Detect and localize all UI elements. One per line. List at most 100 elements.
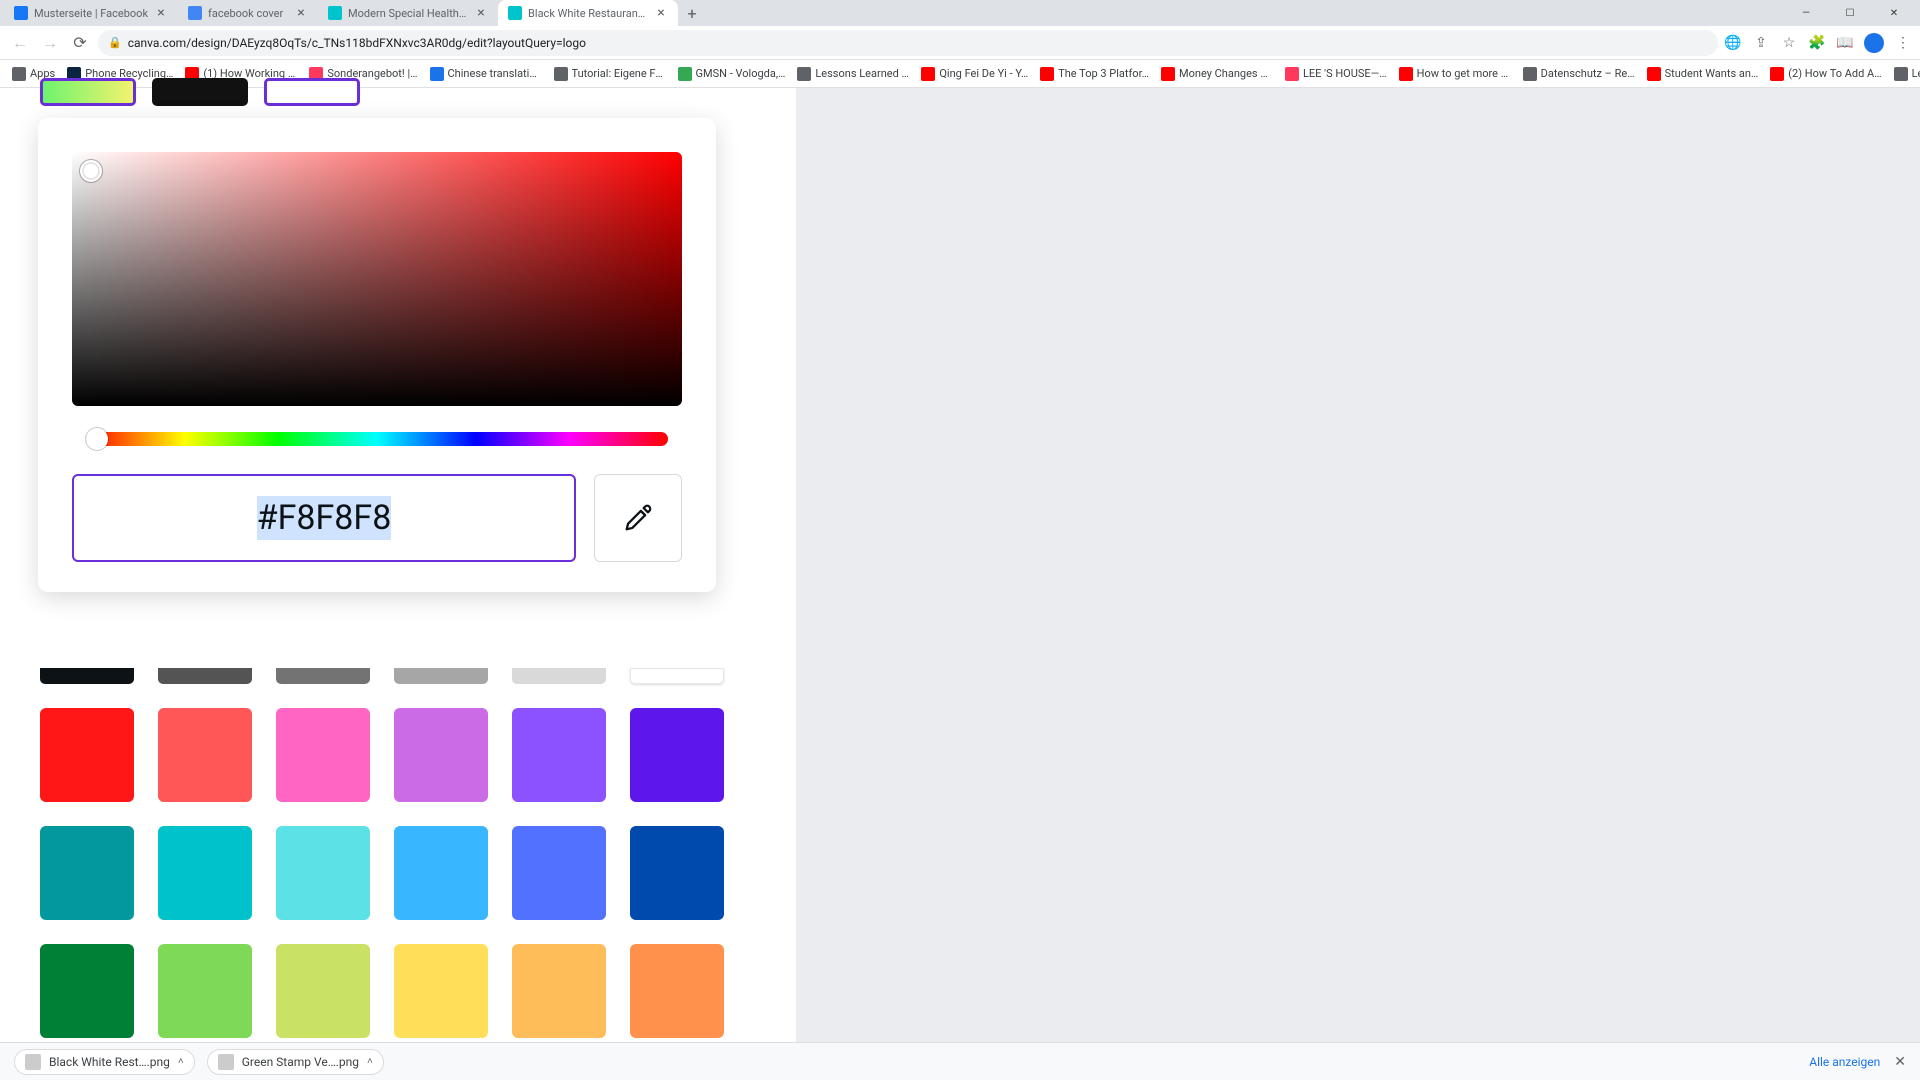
forward-button[interactable]: → — [38, 31, 62, 55]
color-swatch[interactable] — [512, 944, 606, 1038]
bookmark-item[interactable]: Money Changes E… — [1157, 65, 1277, 83]
bookmark-item[interactable]: Datenschutz – Re… — [1519, 65, 1639, 83]
file-thumb-icon — [218, 1054, 234, 1070]
bookmark-star-icon[interactable]: ☆ — [1780, 34, 1798, 52]
bookmark-item[interactable]: LEE 'S HOUSE—… — [1281, 65, 1391, 83]
bookmark-favicon — [1770, 67, 1784, 81]
sv-thumb[interactable] — [80, 160, 102, 182]
bookmark-favicon — [1285, 67, 1299, 81]
browser-tab-active[interactable]: Black White Restaurant Typo… × — [498, 0, 678, 26]
tab-favicon — [508, 6, 522, 20]
reading-list-icon[interactable]: 📖 — [1836, 34, 1854, 52]
bookmark-favicon — [1161, 67, 1175, 81]
browser-tab[interactable]: Modern Special Healthy Food × — [318, 0, 498, 26]
reload-button[interactable]: ⟳ — [68, 31, 92, 55]
bookmark-item[interactable]: Qing Fei De Yi - Y… — [917, 65, 1032, 83]
new-tab-button[interactable]: + — [678, 0, 706, 26]
recent-color-chip[interactable] — [40, 78, 136, 106]
bookmark-item[interactable]: How to get more v… — [1395, 65, 1515, 83]
tab-favicon — [328, 6, 342, 20]
download-filename: Green Stamp Ve….png — [242, 1055, 359, 1069]
share-icon[interactable]: ⇪ — [1752, 34, 1770, 52]
color-row — [40, 944, 724, 1038]
tab-favicon — [188, 6, 202, 20]
color-swatch[interactable] — [276, 944, 370, 1038]
profile-avatar[interactable] — [1864, 33, 1884, 53]
close-shelf-icon[interactable]: ✕ — [1894, 1054, 1906, 1070]
bookmark-favicon — [1399, 67, 1413, 81]
bookmark-favicon — [1647, 67, 1661, 81]
color-swatch[interactable] — [394, 944, 488, 1038]
color-swatch[interactable] — [158, 708, 252, 802]
bookmark-favicon — [921, 67, 935, 81]
bookmark-favicon — [797, 67, 811, 81]
color-swatch[interactable] — [630, 708, 724, 802]
list-icon — [1894, 67, 1908, 81]
url-text: canva.com/design/DAEyzq8OqTs/c_TNs118bdF… — [128, 36, 1708, 50]
minimize-button[interactable]: — — [1784, 0, 1828, 26]
color-swatch[interactable] — [630, 826, 724, 920]
back-button[interactable]: ← — [8, 31, 32, 55]
color-swatch[interactable] — [158, 668, 252, 684]
close-icon[interactable]: × — [474, 6, 488, 20]
bookmark-item[interactable]: The Top 3 Platfor… — [1036, 65, 1153, 83]
browser-tab[interactable]: Musterseite | Facebook × — [4, 0, 178, 26]
reading-list-button[interactable]: Leseliste — [1890, 65, 1920, 83]
recent-color-chip[interactable] — [152, 78, 248, 106]
color-swatch[interactable] — [394, 708, 488, 802]
browser-tab[interactable]: facebook cover × — [178, 0, 318, 26]
tab-title: Musterseite | Facebook — [34, 7, 148, 20]
download-item[interactable]: Green Stamp Ve….png ˄ — [207, 1049, 384, 1075]
color-swatch[interactable] — [512, 708, 606, 802]
bookmark-item[interactable]: (2) How To Add A… — [1766, 65, 1885, 83]
gray-row — [40, 668, 724, 684]
color-swatch[interactable] — [40, 708, 134, 802]
extensions-icon[interactable]: 🧩 — [1808, 34, 1826, 52]
color-swatch[interactable] — [40, 944, 134, 1038]
hex-input-wrapper[interactable]: #F8F8F8 — [72, 474, 576, 562]
url-input[interactable]: 🔒 canva.com/design/DAEyzq8OqTs/c_TNs118b… — [98, 30, 1718, 56]
close-window-button[interactable]: ✕ — [1872, 0, 1916, 26]
color-swatch[interactable] — [394, 668, 488, 684]
saturation-value-panel[interactable] — [72, 152, 682, 406]
close-icon[interactable]: × — [654, 6, 668, 20]
chevron-up-icon[interactable]: ˄ — [178, 1056, 184, 1067]
color-picker-popup: #F8F8F8 — [38, 118, 716, 592]
hue-slider[interactable] — [86, 432, 668, 446]
browser-tab-strip: Musterseite | Facebook × facebook cover … — [0, 0, 1920, 26]
color-swatch[interactable] — [512, 668, 606, 684]
eyedropper-button[interactable] — [594, 474, 682, 562]
maximize-button[interactable]: ☐ — [1828, 0, 1872, 26]
color-swatch[interactable] — [40, 668, 134, 684]
color-swatch[interactable] — [276, 668, 370, 684]
color-swatch[interactable] — [512, 826, 606, 920]
close-icon[interactable]: × — [154, 6, 168, 20]
canva-app: #F8F8F8 — [0, 88, 1920, 1042]
download-item[interactable]: Black White Rest….png ˄ — [14, 1049, 195, 1075]
color-swatch[interactable] — [394, 826, 488, 920]
bookmark-item[interactable]: Lessons Learned f… — [793, 65, 913, 83]
tab-favicon — [14, 6, 28, 20]
default-colors — [40, 668, 724, 1062]
color-swatch[interactable] — [276, 708, 370, 802]
chevron-up-icon[interactable]: ˄ — [367, 1056, 373, 1067]
color-swatch[interactable] — [630, 668, 724, 684]
tab-title: facebook cover — [208, 7, 288, 20]
hex-input[interactable]: #F8F8F8 — [74, 498, 574, 538]
recent-color-chip-selected[interactable] — [264, 78, 360, 106]
close-icon[interactable]: × — [294, 6, 308, 20]
translate-icon[interactable]: 🌐 — [1724, 34, 1742, 52]
color-swatch[interactable] — [276, 826, 370, 920]
color-swatch[interactable] — [630, 944, 724, 1038]
show-all-downloads[interactable]: Alle anzeigen — [1809, 1055, 1880, 1069]
color-swatch[interactable] — [158, 944, 252, 1038]
color-row — [40, 708, 724, 802]
menu-icon[interactable]: ⋮ — [1894, 34, 1912, 52]
download-shelf: Black White Rest….png ˄ Green Stamp Ve….… — [0, 1042, 1920, 1080]
color-swatch[interactable] — [40, 826, 134, 920]
hue-thumb[interactable] — [86, 428, 108, 450]
design-canvas[interactable] — [796, 88, 1920, 1042]
tab-title: Black White Restaurant Typo… — [528, 7, 648, 20]
color-swatch[interactable] — [158, 826, 252, 920]
bookmark-item[interactable]: Student Wants an… — [1643, 65, 1763, 83]
